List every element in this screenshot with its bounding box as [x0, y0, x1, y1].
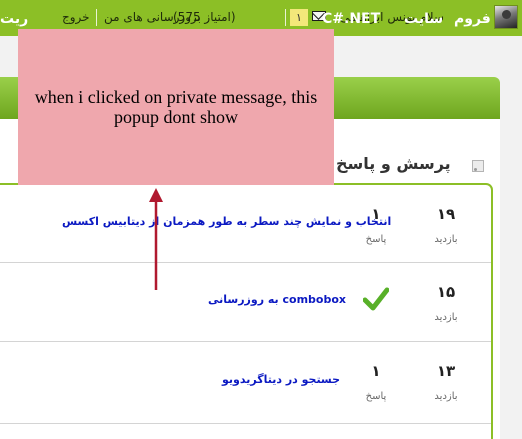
divider	[96, 9, 97, 26]
message-count-badge[interactable]: ۱	[290, 9, 308, 26]
nav-item-partial[interactable]: ریت	[0, 11, 28, 27]
annotation-text: when i clicked on private message, this …	[34, 87, 318, 127]
answers-label: پاسخ	[365, 391, 387, 402]
section-title: پرسش و پاسخ	[336, 154, 451, 173]
question-link[interactable]: جستجو در دیتاگریدویو	[222, 373, 340, 386]
nav-item-site[interactable]: سایت	[404, 11, 443, 27]
divider	[285, 9, 286, 26]
views-count: ۱۹	[436, 205, 456, 223]
views-count: ۱۳	[436, 362, 456, 380]
rss-icon[interactable]	[472, 160, 484, 172]
answers-label: پاسخ	[365, 234, 387, 245]
question-link[interactable]: انتخاب و نمایش چند سطر به طور همزمان از …	[62, 215, 391, 228]
avatar[interactable]	[494, 5, 518, 29]
views-label: بازدید	[434, 234, 458, 245]
nav-item-forum[interactable]: فروم	[454, 11, 491, 27]
my-blogs-link[interactable]: بروزرسانی های من	[104, 10, 201, 24]
row-divider	[0, 423, 491, 424]
logout-link[interactable]: خروج	[62, 10, 90, 24]
check-icon	[363, 287, 389, 311]
views-label: بازدید	[434, 391, 458, 402]
row-divider	[0, 262, 491, 263]
views-count: ۱۵	[436, 283, 456, 301]
arrow-icon	[149, 188, 163, 290]
row-divider	[0, 341, 491, 342]
answers-count: ۱	[371, 362, 381, 380]
nav-item-csharp[interactable]: C#.NET	[322, 11, 380, 27]
question-link[interactable]: به روزرسانی combobox	[208, 293, 346, 306]
views-label: بازدید	[434, 312, 458, 323]
